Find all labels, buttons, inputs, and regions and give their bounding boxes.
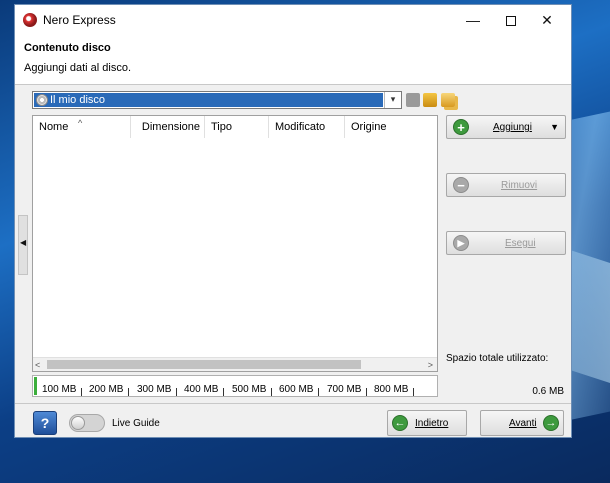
capacity-tick-label: 300 MB	[137, 384, 172, 395]
side-panel-toggle[interactable]: ◀	[18, 215, 28, 275]
column-header-size[interactable]: Dimensione	[131, 116, 205, 138]
remove-button[interactable]: − Rimuovi	[446, 173, 566, 197]
column-header-label: Dimensione	[141, 121, 200, 133]
window-title: Nero Express	[43, 13, 116, 27]
scroll-right-icon[interactable]: >	[428, 358, 433, 372]
capacity-tick	[81, 388, 82, 396]
add-button[interactable]: + Aggiungi ▼	[446, 115, 566, 139]
chevron-left-icon: ◀	[20, 238, 27, 247]
title-bar: Nero Express — ✕	[15, 5, 571, 35]
copy-folder-icon[interactable]	[441, 93, 455, 107]
new-folder-icon[interactable]	[423, 93, 437, 107]
page-subtitle: Aggiungi dati al disco.	[24, 62, 132, 74]
maximize-icon	[506, 16, 516, 27]
next-button[interactable]: Avanti →	[480, 410, 564, 436]
nero-express-window: Nero Express — ✕ Contenuto disco Aggiung…	[14, 4, 572, 438]
column-header-type[interactable]: Tipo	[205, 116, 269, 138]
play-icon: ▶	[453, 235, 469, 251]
capacity-tick-label: 400 MB	[184, 384, 219, 395]
disc-selector-value-box: Il mio disco	[34, 93, 383, 107]
column-header-label: Tipo	[211, 121, 232, 133]
capacity-tick	[366, 388, 367, 396]
add-dropdown-icon[interactable]: ▼	[550, 122, 559, 132]
scroll-left-icon[interactable]: <	[35, 358, 40, 372]
column-header-label: Origine	[351, 121, 387, 133]
drive-icon[interactable]	[406, 93, 420, 107]
close-button[interactable]: ✕	[529, 5, 565, 35]
help-button[interactable]: ?	[33, 411, 57, 435]
capacity-tick	[176, 388, 177, 396]
page-header: Contenuto disco Aggiungi dati al disco.	[15, 35, 571, 85]
arrow-right-icon: →	[543, 415, 559, 431]
capacity-tick-label: 200 MB	[89, 384, 124, 395]
scrollbar-thumb[interactable]	[47, 360, 361, 369]
disc-capacity-bar: 100 MB 200 MB 300 MB 400 MB 500 MB 600 MB 700 …	[32, 375, 438, 397]
sort-ascending-icon: ^	[78, 118, 83, 128]
column-header-modified[interactable]: Modificato	[269, 116, 345, 138]
column-header-label: Nome	[39, 121, 69, 133]
capacity-tick-label: 600 MB	[279, 384, 314, 395]
back-button[interactable]: ← Indietro	[387, 410, 467, 436]
run-button-label: Esegui	[505, 238, 536, 249]
capacity-tick-label: 800 MB	[374, 384, 409, 395]
plus-icon: +	[453, 119, 469, 135]
column-header-name[interactable]: Nome ^	[33, 116, 131, 138]
capacity-tick	[128, 388, 129, 396]
capacity-tick	[413, 388, 414, 396]
add-button-label: Aggiungi	[493, 122, 532, 133]
capacity-used-fill	[34, 377, 37, 395]
capacity-tick	[223, 388, 224, 396]
file-list[interactable]: Nome ^ Dimensione Tipo Modificato Origin…	[32, 115, 438, 372]
disc-selector-value: Il mio disco	[50, 94, 106, 106]
capacity-tick	[318, 388, 319, 396]
back-button-label: Indietro	[415, 418, 449, 429]
arrow-left-icon: ←	[392, 415, 408, 431]
capacity-tick	[271, 388, 272, 396]
page-title: Contenuto disco	[24, 42, 111, 54]
disc-selector[interactable]: Il mio disco ▾	[32, 91, 402, 109]
live-guide-label: Live Guide	[112, 418, 160, 429]
total-used-value: 0.6 MB	[532, 386, 564, 397]
capacity-tick-label: 100 MB	[42, 384, 77, 395]
footer-divider	[15, 403, 571, 404]
remove-button-label: Rimuovi	[501, 180, 538, 191]
disc-icon	[36, 94, 48, 106]
capacity-tick-label: 500 MB	[232, 384, 267, 395]
column-header-origin[interactable]: Origine	[345, 116, 437, 138]
run-button[interactable]: ▶ Esegui	[446, 231, 566, 255]
chevron-down-icon[interactable]: ▾	[384, 92, 401, 108]
toggle-knob	[71, 416, 85, 430]
live-guide-toggle[interactable]	[69, 414, 105, 432]
capacity-tick-label: 700 MB	[327, 384, 362, 395]
horizontal-scrollbar[interactable]: < >	[33, 357, 437, 371]
next-button-label: Avanti	[509, 418, 537, 429]
minus-icon: −	[453, 177, 469, 193]
maximize-button[interactable]	[493, 5, 529, 35]
total-used-label: Spazio totale utilizzato:	[446, 353, 549, 364]
nero-icon	[23, 13, 37, 27]
minimize-button[interactable]: —	[455, 5, 491, 35]
column-header-label: Modificato	[275, 121, 326, 133]
